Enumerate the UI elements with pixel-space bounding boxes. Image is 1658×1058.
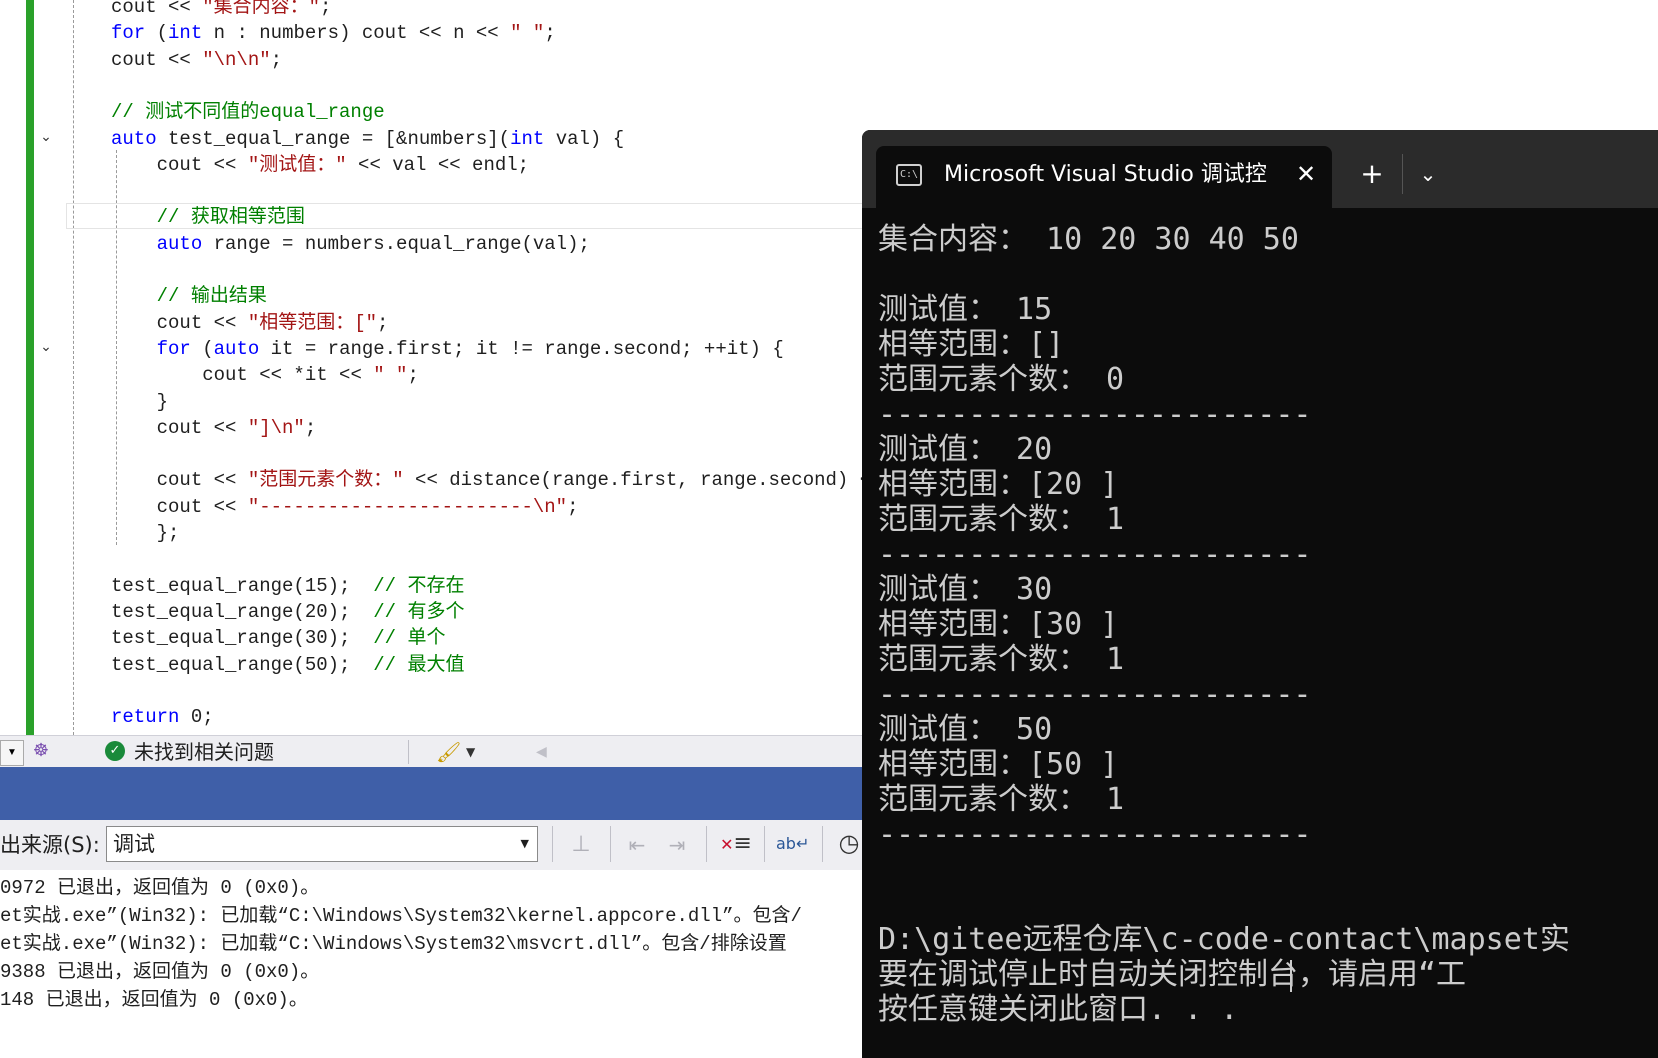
terminal-line: 范围元素个数： 0: [878, 362, 1125, 397]
code-line: for (int n : numbers) cout << n << " ";: [111, 22, 556, 45]
terminal-line: D:\gitee远程仓库\c-code-contact\mapset实: [878, 922, 1570, 957]
terminal-line: ------------------------: [878, 537, 1312, 572]
code-line: cout << "范围元素个数：" << distance(range.firs…: [111, 469, 862, 492]
code-line: auto test_equal_range = [&numbers](int v…: [111, 127, 625, 150]
code-line: // 获取相等范围: [111, 206, 305, 229]
terminal-tab-title: Microsoft Visual Studio 调试控: [944, 162, 1267, 187]
terminal-line: 要在调试停止时自动关闭控制台，请启用“工: [878, 957, 1467, 992]
code-line: // 输出结果: [111, 285, 267, 308]
terminal-app-icon: C:\: [896, 164, 922, 186]
terminal-line: 范围元素个数： 1: [878, 502, 1125, 537]
output-panel-header: [0, 767, 862, 820]
output-line: 148 已退出，返回值为 0 (0x0)。: [0, 989, 308, 1011]
code-line: return 0;: [111, 706, 214, 729]
word-wrap-icon[interactable]: ab↵: [776, 828, 809, 860]
code-line: auto range = numbers.equal_range(val);: [156, 232, 590, 255]
terminal-line: 范围元素个数： 1: [878, 642, 1125, 677]
output-source-label: 出来源(S):: [0, 833, 100, 857]
code-line: test_equal_range(15); // 不存在: [111, 574, 465, 597]
output-source-value: 调试: [113, 832, 155, 856]
code-line: };: [111, 522, 180, 544]
code-line: cout << "------------------------\n";: [111, 495, 579, 518]
divider: [822, 826, 823, 862]
close-tab-icon[interactable]: ✕: [1292, 158, 1320, 190]
divider: [1402, 154, 1403, 194]
editor-status-bar: ▼ ☸ ✓ 未找到相关问题 🖌 ▼ ◀: [0, 735, 862, 768]
previous-message-icon[interactable]: ⇤: [622, 830, 652, 860]
code-line: for (auto it = range.first; it != range.…: [156, 337, 784, 360]
terminal-line: 按任意键关闭此窗口. . .: [878, 992, 1239, 1027]
code-line: // 测试不同值的equal_range: [111, 101, 385, 124]
tab-menu-chevron-down-icon[interactable]: ⌄: [1412, 158, 1444, 190]
terminal-line: ------------------------: [878, 677, 1312, 712]
terminal-line: 相等范围：[20 ]: [878, 467, 1119, 502]
output-line: 0972 已退出，返回值为 0 (0x0)。: [0, 877, 320, 899]
debug-console-window[interactable]: C:\ Microsoft Visual Studio 调试控 ✕ + ⌄ 集合…: [862, 130, 1658, 1058]
new-tab-icon[interactable]: +: [1356, 158, 1388, 190]
divider: [706, 826, 707, 862]
divider: [610, 826, 611, 862]
clock-icon[interactable]: ◷: [834, 828, 864, 858]
output-line: 9388 已退出，返回值为 0 (0x0)。: [0, 961, 320, 983]
terminal-line: 测试值： 20: [878, 432, 1053, 467]
code-line: cout << *it << " ";: [111, 364, 419, 387]
code-line: cout << "相等范围：[";: [111, 311, 389, 334]
terminal-line: 测试值： 50: [878, 712, 1053, 747]
terminal-line: 测试值： 30: [878, 572, 1053, 607]
output-toolbar: 出来源(S): 调试 ▼ ⊥ ⇤ ⇥ ✕≡ ab↵ ◷: [0, 820, 862, 870]
terminal-line: 测试值： 15: [878, 292, 1053, 327]
clear-all-icon[interactable]: ✕≡: [720, 828, 752, 860]
cleanup-brush-icon[interactable]: 🖌: [436, 738, 461, 766]
terminal-line: 范围元素个数： 1: [878, 782, 1125, 817]
collapse-chevron-icon[interactable]: ⌄: [38, 339, 54, 355]
code-line: }: [111, 390, 169, 413]
intellicode-icon[interactable]: ☸: [30, 740, 52, 762]
check-icon: ✓: [105, 741, 125, 761]
indent-guide: [73, 0, 74, 735]
terminal-line: 相等范围：[30 ]: [878, 607, 1119, 642]
dropdown-arrow-icon[interactable]: ▼: [0, 740, 24, 766]
scroll-left-icon[interactable]: ◀: [536, 740, 547, 764]
terminal-tab[interactable]: C:\ Microsoft Visual Studio 调试控 ✕: [876, 146, 1332, 208]
terminal-line: ------------------------: [878, 817, 1312, 852]
chevron-down-icon: ▼: [520, 837, 529, 850]
collapse-chevron-icon[interactable]: ⌄: [38, 129, 54, 145]
terminal-title-bar: C:\ Microsoft Visual Studio 调试控 ✕ + ⌄: [862, 130, 1658, 208]
code-line: cout << "]\n";: [111, 416, 317, 439]
output-line: et实战.exe”(Win32): 已加载“C:\Windows\System3…: [0, 905, 802, 927]
divider: [764, 826, 765, 862]
output-line: et实战.exe”(Win32): 已加载“C:\Windows\System3…: [0, 933, 787, 955]
dropdown-arrow-icon[interactable]: ▼: [466, 740, 475, 764]
next-message-icon[interactable]: ⇥: [662, 830, 692, 860]
code-line: test_equal_range(50); // 最大值: [111, 653, 465, 676]
change-indicator: [26, 0, 34, 735]
code-line: cout << "\n\n";: [111, 48, 283, 71]
terminal-line: 集合内容： 10 20 30 40 50: [878, 222, 1299, 257]
code-line: test_equal_range(20); // 有多个: [111, 600, 465, 623]
code-line: cout << "测试值：" << val << endl;: [111, 153, 530, 176]
divider: [552, 826, 553, 862]
terminal-line: ------------------------: [878, 397, 1312, 432]
code-line: test_equal_range(30); // 单个: [111, 627, 446, 650]
output-source-select[interactable]: 调试 ▼: [106, 826, 538, 862]
terminal-line: 相等范围：[]: [878, 327, 1065, 362]
terminal-line: 相等范围：[50 ]: [878, 747, 1119, 782]
output-text-area[interactable]: 0972 已退出，返回值为 0 (0x0)。 et实战.exe”(Win32):…: [0, 870, 862, 1058]
code-line: cout << "集合内容：";: [111, 0, 332, 18]
issues-status-text[interactable]: 未找到相关问题: [134, 738, 274, 766]
find-message-icon[interactable]: ⊥: [566, 830, 596, 860]
text-cursor: [1290, 960, 1292, 992]
code-editor[interactable]: ⌄ ⌄ cout << "集合内容："; for (int n : numbers…: [0, 0, 862, 735]
divider: [408, 740, 409, 764]
